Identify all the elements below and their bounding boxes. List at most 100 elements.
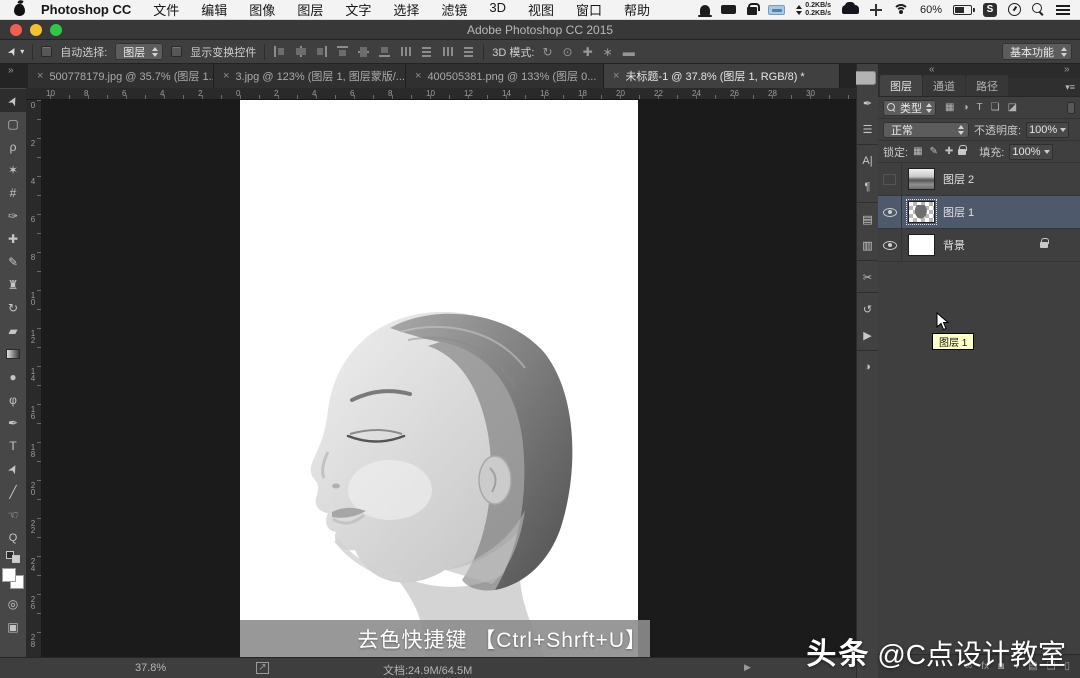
document-canvas[interactable]: [240, 100, 638, 657]
layer-thumbnail[interactable]: [908, 168, 935, 190]
show-transform-checkbox[interactable]: [171, 46, 182, 57]
layer-row[interactable]: 图层 1: [878, 196, 1080, 229]
network-speed-indicator[interactable]: 0.2KB/s 0.2KB/s: [796, 2, 831, 18]
visibility-toggle[interactable]: [878, 229, 902, 262]
apple-menu-icon[interactable]: [14, 4, 25, 16]
tab-close-icon[interactable]: ×: [223, 70, 229, 82]
line-tool[interactable]: ╱: [0, 480, 26, 503]
tab-close-icon[interactable]: ×: [415, 70, 421, 82]
input-source-icon[interactable]: [768, 5, 785, 15]
menu-item-滤镜[interactable]: 滤镜: [441, 0, 467, 19]
minimize-window-button[interactable]: [30, 24, 42, 36]
menu-item-文字[interactable]: 文字: [345, 0, 371, 19]
lock-all-icon[interactable]: [958, 149, 966, 155]
screen-record-icon[interactable]: [721, 5, 736, 14]
path-selection-tool[interactable]: ➤: [0, 457, 26, 480]
panel-tab-图层[interactable]: 图层: [880, 75, 922, 96]
properties-panel-icon[interactable]: ◑: [857, 354, 879, 380]
app-status-icon[interactable]: [842, 5, 859, 14]
blur-tool[interactable]: ●: [0, 365, 26, 388]
layer-thumbnail[interactable]: [908, 201, 935, 223]
current-tool-icon[interactable]: ➤▾: [8, 45, 24, 58]
lock-position-icon[interactable]: ✚: [945, 146, 953, 157]
menu-item-图层[interactable]: 图层: [297, 0, 323, 19]
document-tab[interactable]: ×未标题-1 @ 37.8% (图层 1, RGB/8) *: [604, 64, 840, 88]
distribute-horizontal-icon[interactable]: [399, 45, 412, 58]
menu-item-3D[interactable]: 3D: [489, 0, 506, 19]
info-panel-icon[interactable]: ▥: [857, 232, 879, 258]
menu-item-帮助[interactable]: 帮助: [624, 0, 650, 19]
panel-tab-路径[interactable]: 路径: [966, 75, 1008, 96]
align-horizontal-centers-icon[interactable]: [294, 45, 307, 58]
menu-item-视图[interactable]: 视图: [528, 0, 554, 19]
3d-scale-icon[interactable]: ▬: [623, 45, 635, 59]
history-panel-icon[interactable]: ↺: [857, 296, 879, 322]
filter-smart-objects-icon[interactable]: ◪: [1008, 102, 1017, 113]
history-brush-tool[interactable]: ↻: [0, 296, 26, 319]
brush-tool[interactable]: ✎: [0, 250, 26, 273]
menu-item-编辑[interactable]: 编辑: [201, 0, 227, 19]
magic-wand-tool[interactable]: ✶: [0, 158, 26, 181]
distribute-vertical-icon[interactable]: [420, 45, 433, 58]
battery-icon[interactable]: [953, 5, 972, 15]
gradient-tool[interactable]: [0, 342, 26, 365]
foreground-color-swatch[interactable]: [2, 568, 16, 582]
visibility-toggle[interactable]: [878, 196, 902, 229]
align-top-edges-icon[interactable]: [336, 45, 349, 58]
adjustments-panel-icon[interactable]: ☰: [857, 116, 879, 142]
color-swatches[interactable]: [2, 568, 24, 589]
actions-panel-icon[interactable]: ▶: [857, 322, 879, 348]
filter-switch-icon[interactable]: [1067, 102, 1075, 114]
visibility-toggle[interactable]: [878, 163, 902, 196]
tool-presets-panel-icon[interactable]: ✂: [857, 264, 879, 290]
panel-menu-icon[interactable]: ▾≡: [1065, 82, 1080, 96]
character-panel-icon[interactable]: A|: [857, 148, 879, 174]
notification-bell-icon[interactable]: [700, 5, 710, 15]
swap-colors-icon[interactable]: [6, 551, 20, 563]
collapse-toolbar-icon[interactable]: »: [8, 65, 14, 76]
eyedropper-tool[interactable]: ✑: [0, 204, 26, 227]
menu-item-选择[interactable]: 选择: [393, 0, 419, 19]
document-tab[interactable]: ×3.jpg @ 123% (图层 1, 图层蒙版/...: [214, 64, 406, 88]
align-vertical-centers-icon[interactable]: [357, 45, 370, 58]
dodge-tool[interactable]: φ: [0, 388, 26, 411]
app-menu-title[interactable]: Photoshop CC: [41, 2, 131, 17]
menu-item-窗口[interactable]: 窗口: [576, 0, 602, 19]
tab-close-icon[interactable]: ×: [613, 70, 619, 82]
menu-item-文件[interactable]: 文件: [153, 0, 179, 19]
lock-paint-icon[interactable]: ✎: [930, 146, 938, 157]
time-machine-icon[interactable]: [1008, 3, 1021, 16]
left-ruler[interactable]: 0246810121416182022242628: [26, 100, 42, 657]
paragraph-panel-icon[interactable]: ¶: [857, 174, 879, 200]
lock-status-icon[interactable]: [747, 7, 757, 15]
move-anywhere-icon[interactable]: [870, 4, 882, 16]
lock-transparency-icon[interactable]: ▦: [913, 146, 922, 157]
align-left-edges-icon[interactable]: [273, 45, 286, 58]
move-tool[interactable]: ➤: [0, 89, 26, 112]
3d-roll-icon[interactable]: ⊙: [563, 45, 573, 59]
type-tool[interactable]: T: [0, 434, 26, 457]
filter-type-layers-icon[interactable]: T: [977, 102, 983, 113]
close-window-button[interactable]: [10, 24, 22, 36]
marquee-tool[interactable]: ▢: [0, 112, 26, 135]
export-icon[interactable]: ↗: [256, 662, 269, 674]
3d-slide-icon[interactable]: ∗: [603, 45, 613, 59]
status-options-arrow-icon[interactable]: ▶: [744, 662, 751, 673]
zoom-window-button[interactable]: [50, 24, 62, 36]
3d-orbit-icon[interactable]: ↻: [542, 45, 552, 59]
align-right-edges-icon[interactable]: [315, 45, 328, 58]
layer-thumbnail[interactable]: [908, 234, 935, 256]
3d-pan-icon[interactable]: ✚: [583, 45, 593, 59]
top-ruler[interactable]: 108642024681012141618202224262830: [26, 88, 856, 100]
healing-brush-tool[interactable]: ✚: [0, 227, 26, 250]
crop-tool[interactable]: #: [0, 181, 26, 204]
align-bottom-edges-icon[interactable]: [378, 45, 391, 58]
blend-mode-dropdown[interactable]: 正常: [883, 122, 969, 138]
workspace-dropdown[interactable]: 基本功能: [1002, 43, 1072, 60]
tab-close-icon[interactable]: ×: [37, 70, 43, 82]
auto-select-checkbox[interactable]: [41, 46, 52, 57]
spotlight-search-icon[interactable]: [1032, 3, 1045, 16]
pen-tool[interactable]: ✒: [0, 411, 26, 434]
layer-row[interactable]: 图层 2: [878, 163, 1080, 196]
fill-field[interactable]: 100%: [1009, 144, 1052, 160]
